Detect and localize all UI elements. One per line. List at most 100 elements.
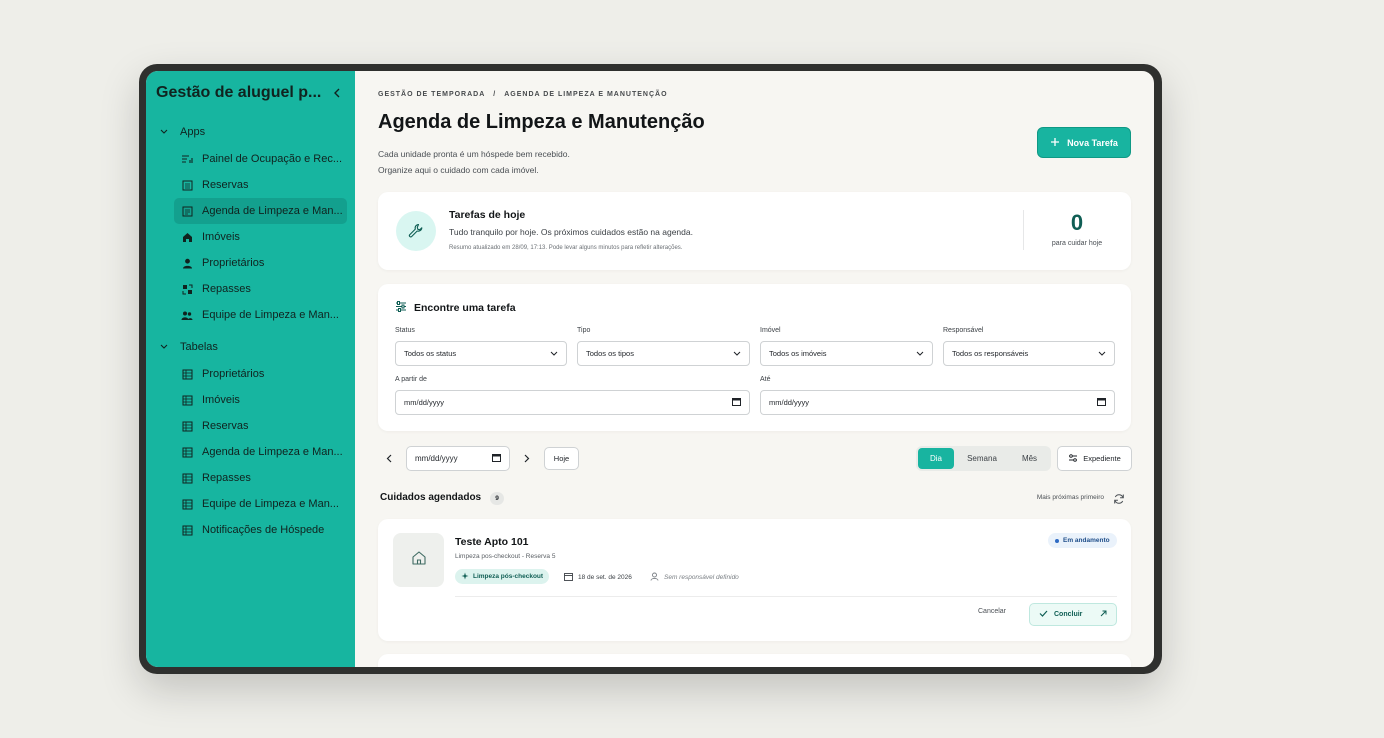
type-select[interactable]: Todos os tipos [577,341,750,366]
sidebar-item-table-imoveis[interactable]: Imóveis [174,387,347,413]
sidebar-group-tabelas[interactable]: Tabelas [146,334,355,360]
dashboard-icon [181,153,193,165]
chevron-down-icon [733,349,741,358]
sidebar-item-label: Notificações de Hóspede [202,524,325,536]
team-icon [181,309,193,321]
filter-title: Encontre uma tarefa [395,301,516,315]
today-summary-card: Tarefas de hoje Tudo tranquilo por hoje.… [378,192,1131,270]
sidebar-item-proprietarios[interactable]: Proprietários [174,250,347,276]
chevron-right-icon[interactable] [519,446,535,471]
cancel-button[interactable]: Cancelar [978,608,1006,615]
sidebar-item-table-reservas[interactable]: Reservas [174,413,347,439]
device-frame: Gestão de aluguel p... Apps Painel de Oc… [139,64,1162,674]
app-window: Gestão de aluguel p... Apps Painel de Oc… [146,71,1154,667]
property-label: Imóvel [760,327,781,334]
user-outline-icon [650,572,659,583]
transfer-icon [181,283,193,295]
sidebar-group-apps[interactable]: Apps [146,119,355,145]
scheduled-title: Cuidados agendados [380,492,482,503]
current-date-input[interactable]: mm/dd/yyyy [406,446,510,471]
chevron-down-icon [550,349,558,358]
property-select[interactable]: Todos os imóveis [760,341,933,366]
sidebar-item-table-notificacoes[interactable]: Notificações de Hóspede [174,517,347,543]
today-button[interactable]: Hoje [544,447,579,470]
sort-label[interactable]: Mais próximas primeiro [1037,494,1104,501]
check-icon [1039,610,1048,619]
status-value: Todos os status [404,349,457,358]
table-icon [181,472,193,484]
filter-title-label: Encontre uma tarefa [414,302,516,314]
today-update-note: Resumo atualizado em 28/09, 17:13. Pode … [449,245,683,251]
person-icon [181,257,193,269]
sidebar-item-label: Agenda de Limpeza e Man... [202,446,343,458]
sidebar-item-agenda[interactable]: Agenda de Limpeza e Man... [174,198,347,224]
subtitle-line-2: Organize aqui o cuidado com cada imóvel. [378,165,539,175]
conclude-button[interactable]: Concluir [1029,603,1117,626]
sidebar-item-label: Equipe de Limpeza e Man... [202,498,339,510]
breadcrumb: GESTÃO DE TEMPORADA / AGENDA DE LIMPEZA … [378,91,668,98]
sidebar-group-label: Tabelas [180,341,218,353]
sidebar-group-label: Apps [180,126,206,138]
expediente-button[interactable]: Expediente [1057,446,1132,471]
today-count-label: para cuidar hoje [1051,240,1103,247]
calendar-icon[interactable] [492,453,501,464]
status-dot [1055,538,1059,543]
view-week-button[interactable]: Semana [954,448,1010,469]
owner-value: Todos os responsáveis [952,349,1029,358]
task-assignee: Sem responsável definido [650,572,739,583]
view-toggle: Dia Semana Mês [916,446,1051,471]
chevron-down-icon [160,129,170,135]
home-icon [181,231,193,243]
list-icon [181,179,193,191]
task-title: Teste Apto 101 [455,536,529,548]
calendar-list-icon [181,205,193,217]
date-navigation: mm/dd/yyyy Hoje Dia Semana Mês Expedient… [378,446,1132,471]
from-date-label: A partir de [395,376,427,383]
today-count: 0 [1070,210,1084,235]
task-card[interactable]: Teste Apto 101 Limpeza pos-checkout - Re… [378,519,1131,641]
task-type-tag: Limpeza pós-checkout [455,569,550,584]
task-date: 18 de set. de 2026 [564,572,632,583]
sidebar-item-imoveis[interactable]: Imóveis [174,224,347,250]
calendar-icon[interactable] [732,397,741,408]
sidebar-item-label: Painel de Ocupação e Rec... [202,153,343,165]
refresh-icon[interactable] [1113,492,1125,504]
filter-card: Encontre uma tarefa Status Todos os stat… [378,284,1131,431]
to-date-input[interactable]: mm/dd/yyyy [760,390,1115,415]
calendar-icon[interactable] [1097,397,1106,408]
divider [455,596,1117,597]
sidebar-item-table-equipe[interactable]: Equipe de Limpeza e Man... [174,491,347,517]
status-select[interactable]: Todos os status [395,341,567,366]
new-task-button[interactable]: Nova Tarefa [1037,127,1131,158]
owner-label: Responsável [943,327,984,334]
chevron-left-icon[interactable] [381,446,397,471]
sidebar-item-reservas[interactable]: Reservas [174,172,347,198]
sidebar-item-painel[interactable]: Painel de Ocupação e Rec... [174,146,347,172]
task-date-value: 18 de set. de 2026 [578,574,632,581]
breadcrumb-root[interactable]: GESTÃO DE TEMPORADA [378,91,485,98]
sidebar-item-label: Repasses [202,472,251,484]
sidebar-item-repasses[interactable]: Repasses [174,276,347,302]
page-title: Agenda de Limpeza e Manutenção [378,111,705,133]
sidebar-item-equipe[interactable]: Equipe de Limpeza e Man... [174,302,347,328]
table-icon [181,394,193,406]
sidebar-item-table-agenda[interactable]: Agenda de Limpeza e Man... [174,439,347,465]
sidebar-header: Gestão de aluguel p... [146,71,355,115]
view-month-button[interactable]: Mês [1010,448,1049,469]
to-date-label: Até [760,376,771,383]
sidebar-item-table-proprietarios[interactable]: Proprietários [174,361,347,387]
task-assignee-value: Sem responsável definido [664,574,739,581]
task-card-partial[interactable] [378,654,1131,667]
from-date-input[interactable]: mm/dd/yyyy [395,390,750,415]
scheduled-count-badge: 9 [490,492,504,505]
expediente-label: Expediente [1083,454,1121,463]
sidebar-item-table-repasses[interactable]: Repasses [174,465,347,491]
task-subtitle: Limpeza pos-checkout - Reserva 5 [455,553,556,560]
sliders-icon [395,301,407,315]
chevron-down-icon [916,349,924,358]
collapse-sidebar-icon[interactable] [329,85,345,101]
sidebar-item-label: Agenda de Limpeza e Man... [202,205,343,217]
table-icon [181,524,193,536]
owner-select[interactable]: Todos os responsáveis [943,341,1115,366]
view-day-button[interactable]: Dia [918,448,954,469]
